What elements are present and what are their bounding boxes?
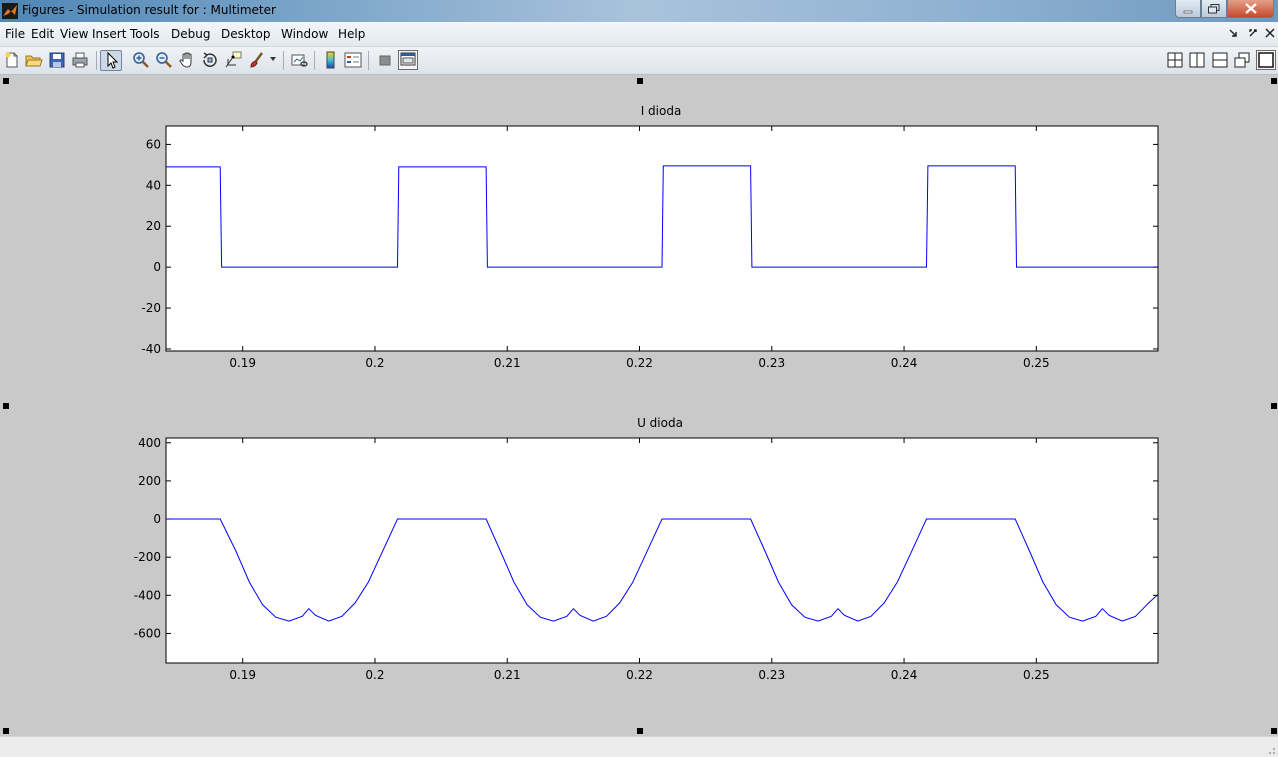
rotate-3d-icon[interactable] xyxy=(201,51,219,69)
x-tick-label: 0.25 xyxy=(1023,356,1050,370)
dock-icon[interactable] xyxy=(1256,50,1276,70)
toolbar-separator xyxy=(368,51,369,70)
x-tick-label: 0.21 xyxy=(494,668,521,682)
x-tick-label: 0.22 xyxy=(626,668,653,682)
toolbar-separator xyxy=(96,51,97,70)
pan-hand-icon[interactable] xyxy=(178,51,196,69)
float-icon[interactable] xyxy=(1233,51,1251,69)
x-tick-label: 0.23 xyxy=(758,668,785,682)
close-figure-icon[interactable] xyxy=(1265,28,1275,38)
toolbar-separator xyxy=(283,51,284,70)
tile-columns-icon[interactable] xyxy=(1188,51,1206,69)
selection-handle[interactable] xyxy=(1271,728,1277,734)
menu-window[interactable]: Window xyxy=(281,27,328,41)
y-tick-label: -200 xyxy=(134,550,161,564)
window-title: Figures - Simulation result for : Multim… xyxy=(22,3,276,17)
colorbar-icon[interactable] xyxy=(322,51,340,69)
brush-dropdown-arrow-icon[interactable] xyxy=(270,57,276,61)
selection-handle[interactable] xyxy=(1271,78,1277,84)
y-tick-label: 40 xyxy=(146,178,161,192)
maximize-button[interactable] xyxy=(1201,0,1227,18)
undock-arrow-icon[interactable] xyxy=(1248,28,1258,38)
menu-insert[interactable]: Insert xyxy=(92,27,126,41)
data-cursor-icon[interactable] xyxy=(224,51,242,69)
zoom-out-icon[interactable] xyxy=(155,51,173,69)
matlab-logo-icon xyxy=(2,3,18,19)
menu-edit[interactable]: Edit xyxy=(31,27,54,41)
selection-handle[interactable] xyxy=(1271,403,1277,409)
tile-grid-icon[interactable] xyxy=(1166,51,1184,69)
selection-handle[interactable] xyxy=(3,78,9,84)
x-tick-label: 0.24 xyxy=(891,356,918,370)
x-tick-label: 0.19 xyxy=(229,668,256,682)
x-tick-label: 0.24 xyxy=(891,668,918,682)
y-tick-label: -40 xyxy=(141,342,161,356)
menu-desktop[interactable]: Desktop xyxy=(221,27,271,41)
x-tick-label: 0.25 xyxy=(1023,668,1050,682)
axes-title: I dioda xyxy=(640,104,682,118)
menu-debug[interactable]: Debug xyxy=(171,27,210,41)
axes-u-dioda[interactable]: 0.19 0.2 0.21 0.22 0.23 0.24 0.25 -600 -400 -200 0… xyxy=(120,432,1180,732)
open-file-icon[interactable] xyxy=(25,51,43,69)
y-tick-label: 0 xyxy=(153,512,161,526)
figure-toolbar xyxy=(0,47,1278,75)
x-tick-label: 0.2 xyxy=(365,356,384,370)
restore-icon xyxy=(1208,3,1220,13)
y-tick-label: 200 xyxy=(138,474,161,488)
new-figure-icon[interactable] xyxy=(3,51,21,69)
resize-grip-icon[interactable] xyxy=(1266,745,1276,755)
selection-handle[interactable] xyxy=(3,403,9,409)
menu-help[interactable]: Help xyxy=(338,27,365,41)
x-tick-label: 0.21 xyxy=(494,356,521,370)
menu-bar: File Edit View Insert Tools Debug Deskto… xyxy=(0,22,1278,47)
hide-plot-tools-icon[interactable] xyxy=(376,51,394,69)
minimize-button[interactable] xyxy=(1175,0,1201,18)
menu-file[interactable]: File xyxy=(5,27,25,41)
y-tick-label: -600 xyxy=(134,626,161,640)
show-plot-tools-icon[interactable] xyxy=(398,50,418,70)
axes-title: U dioda xyxy=(637,416,683,430)
menu-view[interactable]: View xyxy=(60,27,88,41)
print-icon[interactable] xyxy=(71,51,89,69)
x-tick-label: 0.19 xyxy=(229,356,256,370)
title-bar: Figures - Simulation result for : Multim… xyxy=(0,0,1278,22)
selection-handle[interactable] xyxy=(3,728,9,734)
save-icon[interactable] xyxy=(48,51,66,69)
minimize-icon xyxy=(1183,10,1193,13)
y-tick-label: 400 xyxy=(138,436,161,450)
x-tick-label: 0.2 xyxy=(365,668,384,682)
brush-icon[interactable] xyxy=(248,51,266,69)
y-tick-label: -20 xyxy=(141,301,161,315)
selection-handle[interactable] xyxy=(637,78,643,84)
y-tick-label: 60 xyxy=(146,137,161,151)
status-bar xyxy=(0,736,1278,757)
figure-canvas[interactable]: I dioda 0.19 0.2 0.21 0.22 0.23 0.24 0.25 -40 -2… xyxy=(0,75,1278,736)
plot-area xyxy=(165,437,1159,664)
legend-icon[interactable] xyxy=(344,51,362,69)
y-tick-label: 20 xyxy=(146,219,161,233)
tile-rows-icon[interactable] xyxy=(1211,51,1229,69)
close-icon xyxy=(1244,3,1257,14)
zoom-in-icon[interactable] xyxy=(132,51,150,69)
select-pointer-icon[interactable] xyxy=(100,50,122,71)
y-tick-label: 0 xyxy=(153,260,161,274)
menu-tools[interactable]: Tools xyxy=(130,27,160,41)
close-button[interactable] xyxy=(1227,0,1274,18)
x-tick-label: 0.23 xyxy=(758,356,785,370)
y-tick-label: -400 xyxy=(134,588,161,602)
axes-i-dioda[interactable]: 0.19 0.2 0.21 0.22 0.23 0.24 0.25 -40 -20 0 20 40 60 xyxy=(120,120,1180,420)
dock-arrow-icon[interactable] xyxy=(1228,28,1238,38)
link-plot-icon[interactable] xyxy=(290,51,308,69)
x-tick-label: 0.22 xyxy=(626,356,653,370)
toolbar-separator xyxy=(314,51,315,70)
